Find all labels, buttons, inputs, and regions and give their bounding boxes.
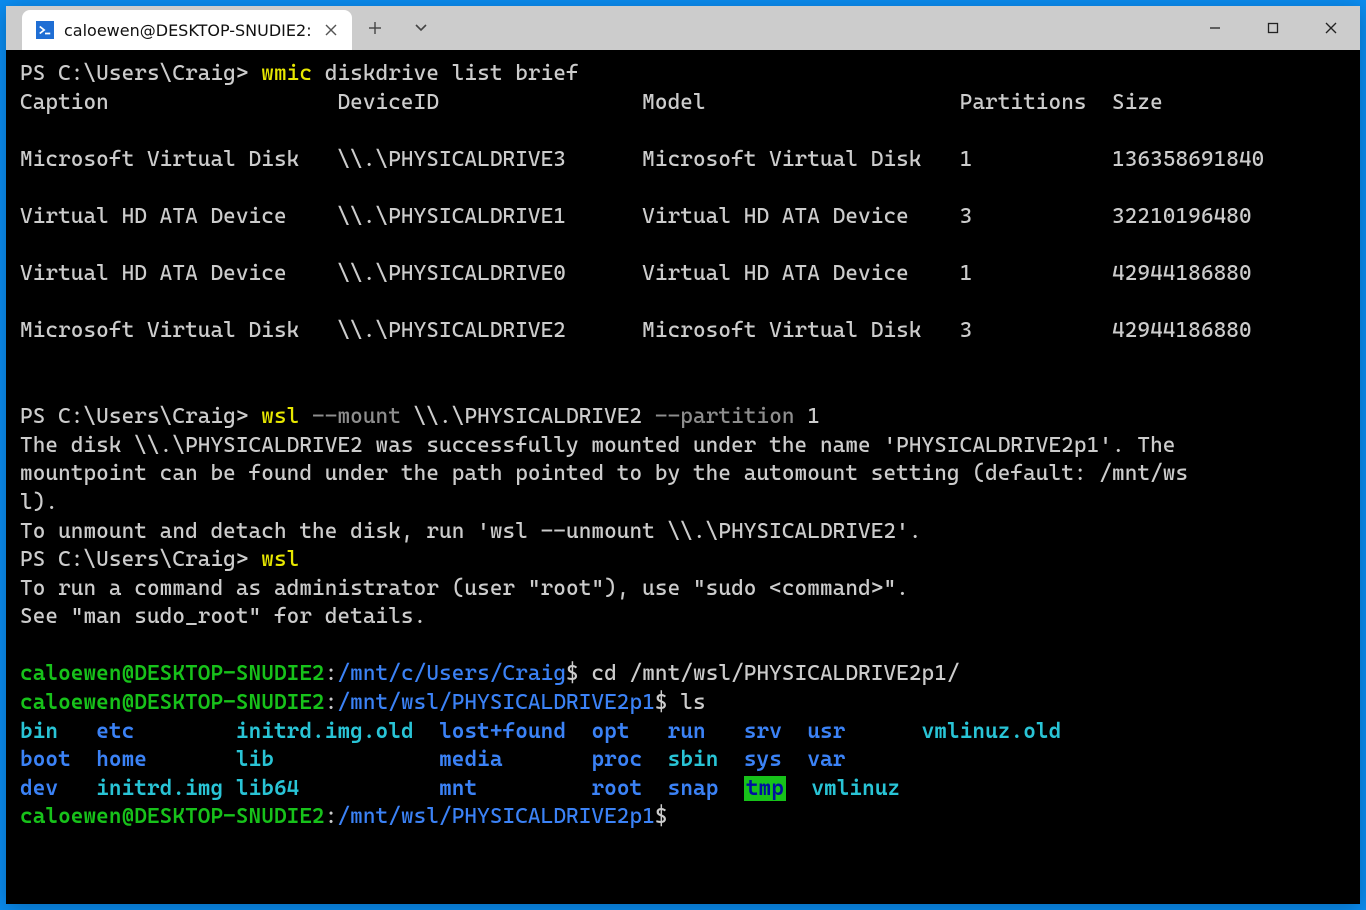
titlebar-drag-area[interactable]: [444, 6, 1186, 50]
new-tab-button[interactable]: [352, 6, 398, 50]
output-line: To run a command as administrator (user …: [20, 575, 1346, 604]
tab-title: caloewen@DESKTOP-SNUDIE2:: [64, 21, 312, 40]
table-row: Virtual HD ATA Device \\.\PHYSICALDRIVE0…: [20, 260, 1346, 289]
ls-row: bin etc initrd.img.old lost+found opt ru…: [20, 718, 1346, 747]
terminal-body[interactable]: PS C:\Users\Craig> wmic diskdrive list b…: [6, 50, 1360, 904]
table-row: Virtual HD ATA Device \\.\PHYSICALDRIVE1…: [20, 203, 1346, 232]
bash-prompt: caloewen@DESKTOP-SNUDIE2:/mnt/c/Users/Cr…: [20, 660, 1346, 689]
titlebar[interactable]: caloewen@DESKTOP-SNUDIE2:: [6, 6, 1360, 50]
terminal-window: caloewen@DESKTOP-SNUDIE2: PS C:\Use: [6, 6, 1360, 904]
output-line: mountpoint can be found under the path p…: [20, 460, 1346, 489]
output-line: The disk \\.\PHYSICALDRIVE2 was successf…: [20, 432, 1346, 461]
minimize-button[interactable]: [1186, 6, 1244, 50]
table-header: Caption DeviceID Model Partitions Size: [20, 89, 1346, 118]
maximize-button[interactable]: [1244, 6, 1302, 50]
powershell-icon: [36, 21, 54, 39]
prompt-line: PS C:\Users\Craig> wmic diskdrive list b…: [20, 60, 1346, 89]
output-line: l).: [20, 489, 1346, 518]
tab-dropdown-button[interactable]: [398, 6, 444, 50]
ls-row: dev initrd.img lib64 mnt root snap tmp v…: [20, 775, 1346, 804]
output-line: See "man sudo_root" for details.: [20, 603, 1346, 632]
table-row: Microsoft Virtual Disk \\.\PHYSICALDRIVE…: [20, 146, 1346, 175]
tab-active[interactable]: caloewen@DESKTOP-SNUDIE2:: [22, 10, 352, 50]
prompt-line: PS C:\Users\Craig> wsl: [20, 546, 1346, 575]
tab-strip: caloewen@DESKTOP-SNUDIE2:: [6, 6, 352, 50]
window-controls: [1186, 6, 1360, 50]
prompt-line: PS C:\Users\Craig> wsl --mount \\.\PHYSI…: [20, 403, 1346, 432]
ls-row: boot home lib media proc sbin sys var: [20, 746, 1346, 775]
bash-prompt: caloewen@DESKTOP-SNUDIE2:/mnt/wsl/PHYSIC…: [20, 689, 1346, 718]
bash-prompt: caloewen@DESKTOP-SNUDIE2:/mnt/wsl/PHYSIC…: [20, 803, 1346, 832]
close-window-button[interactable]: [1302, 6, 1360, 50]
table-row: Microsoft Virtual Disk \\.\PHYSICALDRIVE…: [20, 317, 1346, 346]
close-tab-button[interactable]: [322, 21, 340, 39]
output-line: To unmount and detach the disk, run 'wsl…: [20, 518, 1346, 547]
